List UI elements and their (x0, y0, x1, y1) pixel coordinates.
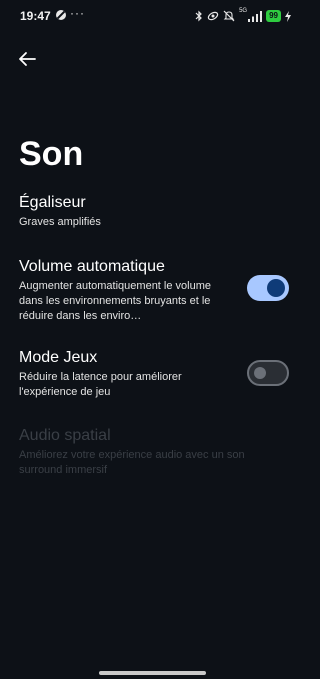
battery-icon: 99 (266, 10, 281, 22)
setting-equalizer[interactable]: Égaliseur Graves amplifiés (19, 193, 289, 230)
signal-icon (248, 10, 263, 22)
link-icon (207, 11, 219, 21)
setting-spatial-audio: Audio spatial Améliorez votre expérience… (19, 426, 289, 478)
dnd-icon (56, 10, 66, 20)
setting-auto-volume-desc: Augmenter automatiquement le volume dans… (19, 280, 211, 322)
setting-game-mode-text: Mode Jeux Réduire la latence pour amélio… (19, 348, 229, 400)
setting-game-mode-title: Mode Jeux (19, 349, 98, 366)
mute-icon (223, 10, 235, 22)
setting-auto-volume[interactable]: Volume automatique Augmenter automatique… (19, 257, 289, 324)
setting-game-mode[interactable]: Mode Jeux Réduire la latence pour amélio… (19, 348, 289, 400)
game-mode-toggle[interactable] (247, 360, 289, 386)
status-time: 19:47 (20, 9, 51, 23)
setting-equalizer-title: Égaliseur (19, 194, 86, 211)
page-title: Son (19, 135, 84, 173)
network-type-label: 5G (239, 8, 248, 14)
toggle-knob (267, 279, 285, 297)
back-button[interactable] (14, 46, 40, 72)
status-bar: 19:47 ··· 5G 99 (0, 0, 305, 32)
status-icons: 5G 99 (195, 8, 291, 24)
more-notifications-icon: ··· (70, 6, 85, 20)
auto-volume-toggle[interactable] (247, 275, 289, 301)
bluetooth-icon (195, 10, 202, 22)
arrow-left-icon (19, 52, 36, 66)
toggle-knob (254, 367, 266, 379)
charging-icon (285, 10, 291, 22)
setting-auto-volume-title: Volume automatique (19, 258, 165, 275)
setting-spatial-audio-desc: Améliorez votre expérience audio avec un… (19, 449, 245, 476)
setting-equalizer-desc: Graves amplifiés (19, 216, 101, 228)
home-indicator[interactable] (99, 671, 206, 675)
setting-spatial-audio-title: Audio spatial (19, 427, 111, 444)
setting-game-mode-desc: Réduire la latence pour améliorer l'expé… (19, 371, 182, 398)
setting-auto-volume-text: Volume automatique Augmenter automatique… (19, 257, 229, 324)
